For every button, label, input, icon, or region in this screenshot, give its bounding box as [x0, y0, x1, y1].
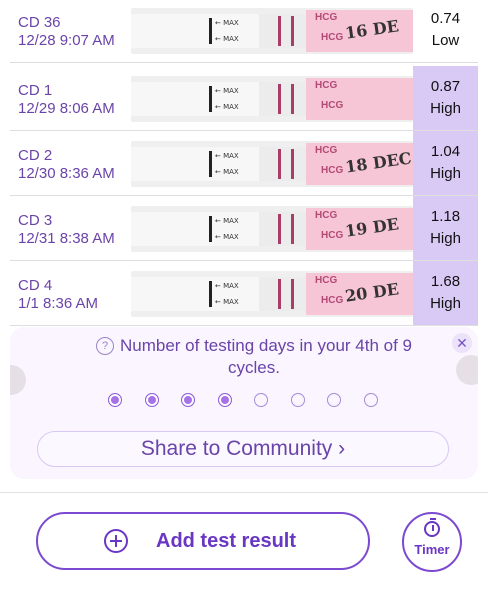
timer-button[interactable]: Timer [402, 512, 462, 572]
decor-circle [456, 355, 478, 385]
strip-brand: HCG [321, 32, 344, 43]
max-label: ← MAX [215, 217, 239, 225]
test-result-row[interactable]: CD 1 12/29 8:06 AM ← MAX ← MAX HCG HCG 0.87 Hig… [10, 66, 478, 131]
test-strip-image: ← MAX ← MAX HCG HCG 19 DE [131, 206, 413, 252]
test-strip-image: ← MAX ← MAX HCG HCG [131, 76, 413, 122]
testing-day-dot-filled [217, 393, 232, 407]
strip-brand: HCG [321, 230, 344, 241]
max-label: ← MAX [215, 152, 239, 160]
test-result-row[interactable]: CD 2 12/30 8:36 AM ← MAX ← MAX HCG HCG 18 DEC 1… [10, 131, 478, 196]
max-label: ← MAX [215, 103, 239, 111]
max-label: ← MAX [215, 233, 239, 241]
max-label: ← MAX [215, 282, 239, 290]
testing-day-dot-filled [181, 393, 195, 407]
strip-brand: HCG [315, 145, 338, 156]
share-to-community-button[interactable]: Share to Community › [37, 431, 449, 467]
testing-day-dot-filled [108, 393, 122, 407]
lh-result: 1.68 High [413, 261, 478, 325]
lh-result: 1.04 High [413, 131, 478, 195]
max-label: ← MAX [215, 35, 239, 43]
lh-result: 0.74 Low [413, 0, 478, 62]
test-datetime: 12/28 9:07 AM [18, 32, 115, 49]
testing-days-card: ✕ ? Number of testing days in your 4th of… [10, 327, 478, 479]
timer-label: Timer [414, 542, 450, 557]
lh-value: 1.04 [430, 143, 461, 160]
lh-value: 1.18 [430, 208, 461, 225]
strip-brand: HCG [321, 165, 344, 176]
testing-days-text: Number of testing days in your 4th of 9 … [120, 336, 412, 377]
lh-level: Low [431, 32, 460, 49]
test-datetime: 12/29 8:06 AM [18, 100, 115, 117]
cycle-day-label: CD 36 [18, 14, 61, 31]
test-result-row[interactable]: CD 4 1/1 8:36 AM ← MAX ← MAX HCG HCG 20 DE 1.68… [10, 261, 478, 326]
decor-circle [10, 365, 26, 395]
lh-level: High [430, 165, 461, 182]
lh-value: 0.87 [430, 78, 461, 95]
strip-brand: HCG [315, 275, 338, 286]
testing-day-dot-empty [290, 393, 305, 407]
lh-level: High [430, 100, 461, 117]
lh-result: 0.87 High [413, 66, 478, 130]
testing-day-dot-filled [144, 393, 159, 407]
divider [0, 492, 488, 493]
cycle-day-label: CD 1 [18, 82, 53, 99]
add-circle-icon [104, 529, 128, 553]
test-datetime: 1/1 8:36 AM [18, 295, 99, 312]
lh-value: 1.68 [430, 273, 461, 290]
strip-brand: HCG [321, 100, 344, 111]
stopwatch-icon [424, 518, 440, 537]
test-strip-image: ← MAX ← MAX HCG HCG 20 DE [131, 271, 413, 317]
help-icon[interactable]: ? [96, 337, 114, 355]
cycle-day-label: CD 3 [18, 212, 53, 229]
lh-value: 0.74 [430, 10, 461, 27]
test-strip-image: ← MAX ← MAX HCG HCG 18 DEC [131, 141, 413, 187]
close-icon[interactable]: ✕ [452, 333, 472, 353]
cycle-day-label: CD 2 [18, 147, 53, 164]
max-label: ← MAX [215, 19, 239, 27]
test-datetime: 12/31 8:38 AM [18, 230, 115, 247]
strip-brand: HCG [315, 12, 338, 23]
testing-day-dot-empty [254, 393, 268, 407]
strip-brand: HCG [315, 80, 338, 91]
max-label: ← MAX [215, 298, 239, 306]
testing-days-message: ? Number of testing days in your 4th of 9… [70, 335, 438, 379]
lh-result: 1.18 High [413, 196, 478, 260]
add-test-result-label: Add test result [156, 530, 297, 552]
add-test-result-button[interactable]: Add test result [36, 512, 370, 570]
test-result-row[interactable]: CD 3 12/31 8:38 AM ← MAX ← MAX HCG HCG 19 DE 1.… [10, 196, 478, 261]
test-datetime: 12/30 8:36 AM [18, 165, 115, 182]
testing-day-dot-empty [327, 393, 341, 407]
testing-day-dot-empty [363, 393, 378, 407]
strip-brand: HCG [321, 295, 344, 306]
lh-level: High [430, 295, 461, 312]
strip-brand: HCG [315, 210, 338, 221]
lh-level: High [430, 230, 461, 247]
max-label: ← MAX [215, 168, 239, 176]
cycle-day-label: CD 4 [18, 277, 53, 294]
max-label: ← MAX [215, 87, 239, 95]
test-strip-image: ← MAX ← MAX HCG HCG 16 DE [131, 8, 413, 54]
test-result-row[interactable]: CD 36 12/28 9:07 AM ← MAX ← MAX HCG HCG 16 DE 0… [10, 0, 478, 63]
